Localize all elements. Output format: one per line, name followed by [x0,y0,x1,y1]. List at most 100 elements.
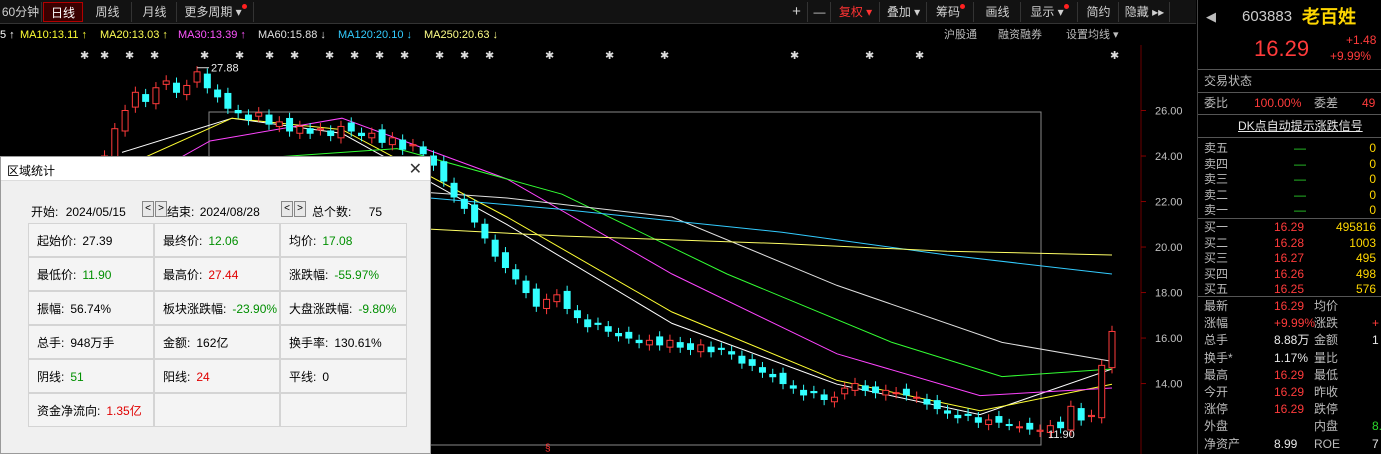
stats-cell: 大盘涨跌幅: -9.80% [280,291,407,325]
stat-label: 外盘 [1204,419,1229,434]
candle-body [738,355,746,364]
candle-body [1067,405,1075,431]
stock-code: 603883 [1242,8,1293,25]
stats-cell-value: 130.61% [334,336,382,350]
end-next-button[interactable]: > [294,201,306,217]
back-arrow-icon[interactable]: ◀ [1206,6,1216,28]
bid-level-label: 买二 [1204,235,1229,250]
stats-cell-value: 1.35亿 [106,404,142,418]
candle-body [409,144,417,147]
candle-body [512,269,520,280]
signal-star-icon: ✱ [235,49,244,62]
candle-body [573,310,581,319]
stat-value: 16.29 [1274,385,1305,399]
ask-level-label: 卖三 [1204,172,1229,186]
draw-line-button[interactable]: 画线 [975,2,1021,22]
overlay-dropdown[interactable]: 叠加 ▾ [881,2,927,22]
stock-name: 老百姓 [1302,7,1356,27]
bid-price: 16.29 [1274,220,1305,234]
stats-cell-value: 948万手 [70,336,115,350]
candle-body [841,387,849,395]
quote-panel: ◀ 603883 老百姓 16.29 +1.48 +9.99% 交易状态 委比 … [1197,0,1381,454]
ask-price: — [1294,203,1306,217]
ask-volume: 0 [1369,203,1376,217]
tab-60min[interactable]: 60分钟 [0,2,42,22]
stat-label: 涨幅 [1204,316,1229,331]
display-dropdown[interactable]: 显示 ▾ [1022,2,1078,22]
zoom-in-button[interactable]: + [786,2,808,22]
candle-body [584,319,592,328]
candle-body [1005,424,1013,427]
bid-volume: 495816 [1335,220,1376,234]
stats-cell-label: 阳线: [163,370,191,384]
candle-body [193,71,201,83]
candle-body [995,416,1003,423]
weicha-value: 49 [1362,96,1376,110]
tab-weekly[interactable]: 周线 [84,2,132,22]
stats-cell-label: 涨跌幅: [289,268,329,282]
margin-trading-link[interactable]: 融资融券 [998,25,1042,45]
ask-price: — [1294,172,1306,186]
hide-button[interactable]: 隐藏 ▸▸ [1120,2,1170,22]
candle-body [1036,429,1044,432]
candle-body [882,389,890,396]
signal-star-icon: ✱ [865,49,874,62]
adjust-price-dropdown[interactable]: 复权 ▾ [832,2,880,22]
start-next-button[interactable]: > [155,201,167,217]
candle-body [327,130,335,137]
ma60-value: MA60:15.88 ↓ [258,29,326,41]
end-date: 2024/08/28 [199,205,260,219]
quote-row: 买一 16.29 495816 [1198,219,1381,236]
quote-row: 换手* 1.17% 量比 [1198,350,1381,367]
candle-body [440,161,448,182]
ma-settings-dropdown[interactable]: 设置均线 ▾ [1066,25,1119,45]
stat-value: +9.99% [1274,316,1316,331]
signal-stars: ✱ ✱ ✱ ✱ ✱ ✱ ✱ ✱ ✱ ✱ ✱ ✱ ✱ ✱ ✱ ✱ ✱ ✱ ✱ ✱ ✱ ✱ [80,49,1119,62]
stats-cell-label: 最终价: [163,234,203,248]
stat-value: 8.88万 [1274,333,1310,348]
candle-body [162,80,170,85]
stats-cell-label: 板块涨跌幅: [163,302,227,316]
stat-label: 内盘 [1314,419,1339,434]
quote-row: 卖一 — 0 [1198,202,1381,219]
dk-signal-link[interactable]: DK点自动提示涨跌信号 [1238,118,1363,135]
stat-label: ROE [1314,436,1341,451]
candle-body [851,383,859,391]
candle-body [676,342,684,348]
candle-body [563,290,571,309]
candle-body [902,388,910,396]
stat-value: 16.29 [1274,299,1305,313]
candle-body [255,112,263,117]
stat-label: 涨跌 [1314,316,1339,331]
stat-label: 最低 [1314,367,1339,382]
tab-daily[interactable]: 日线 [43,2,83,22]
candle-body [265,114,273,125]
candle-body [789,385,797,389]
candle-body [728,351,736,355]
hk-connect-link[interactable]: 沪股通 [944,25,977,45]
zoom-out-button[interactable]: — [809,2,831,22]
y-tick-label: 16.00 [1155,333,1183,345]
event-marker-icon: § [545,443,551,454]
start-prev-button[interactable]: < [142,201,154,217]
simple-mode-button[interactable]: 简约 [1079,2,1119,22]
candle-body [697,344,705,353]
close-icon[interactable]: ✕ [409,159,422,179]
chips-button[interactable]: 筹码 [928,2,974,22]
candle-body [1098,364,1106,419]
stat-value: 7 [1372,436,1379,451]
end-prev-button[interactable]: < [281,201,293,217]
more-periods-dropdown[interactable]: 更多周期 ▾ [178,2,254,22]
stats-cell-value: 12.06 [208,234,239,248]
candle-body [748,359,756,366]
candle-body [1026,422,1034,430]
tab-monthly[interactable]: 月线 [133,2,177,22]
quote-row: 买四 16.26 498 [1198,266,1381,283]
signal-star-icon: ✱ [290,49,299,62]
ma5-value: 5 ↑ [0,29,15,41]
signal-star-icon: ✱ [150,49,159,62]
signal-star-icon: ✱ [660,49,669,62]
candle-body [944,410,952,414]
signal-star-icon: ✱ [1110,49,1119,62]
stat-value: 1 [1372,333,1379,348]
